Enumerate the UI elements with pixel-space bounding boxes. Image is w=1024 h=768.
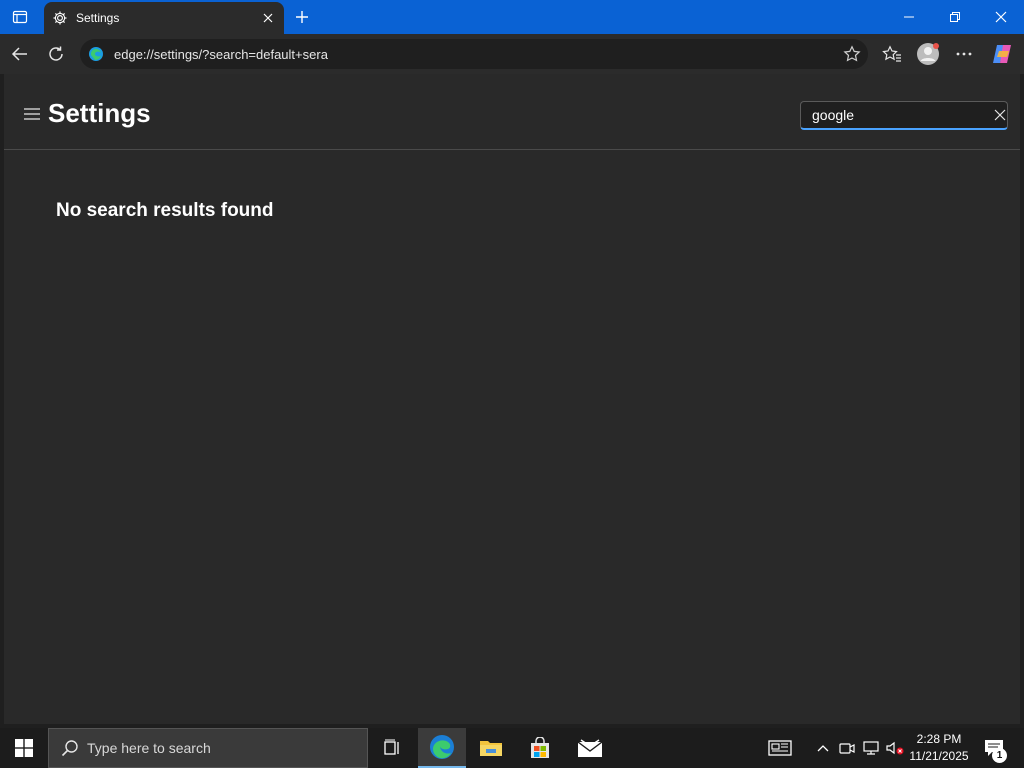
tab-title: Settings: [76, 11, 120, 25]
mail-icon: [577, 739, 603, 757]
clock-time: 2:28 PM: [916, 732, 962, 746]
settings-page: Settings No search results found: [4, 74, 1020, 724]
taskbar-search-placeholder: Type here to search: [87, 740, 211, 756]
news-icon: [768, 740, 792, 756]
restore-icon: [950, 12, 960, 22]
notification-count-badge: 1: [992, 748, 1007, 763]
page-title: Settings: [48, 98, 151, 128]
avatar-icon: [917, 43, 939, 65]
chevron-up-icon: [817, 745, 829, 752]
volume-muted-icon: [886, 741, 904, 755]
start-button[interactable]: [0, 728, 48, 768]
taskbar-edge-button[interactable]: [418, 728, 466, 768]
no-results-message: No search results found: [56, 200, 274, 221]
browser-toolbar: edge://settings/?search=default+sera: [0, 34, 1024, 74]
store-icon: [531, 737, 549, 758]
show-hidden-icons-button[interactable]: [812, 728, 834, 768]
plus-icon: [296, 11, 308, 23]
close-icon: [995, 11, 1007, 23]
clear-search-button[interactable]: [993, 102, 1007, 128]
taskbar: Type here to search 2:28 PM 11/21/2025 1: [0, 728, 1024, 768]
news-widget-button[interactable]: [762, 728, 798, 768]
minimize-button[interactable]: [886, 0, 932, 34]
browser-tab[interactable]: Settings: [44, 2, 284, 34]
arrow-left-icon: [11, 47, 27, 61]
new-tab-button[interactable]: [288, 3, 316, 31]
taskbar-file-explorer-button[interactable]: [467, 728, 515, 768]
window-close-button[interactable]: [978, 0, 1024, 34]
star-icon: [843, 45, 861, 62]
favorites-icon: [882, 45, 901, 62]
network-icon: [863, 741, 879, 755]
taskbar-search-box[interactable]: Type here to search: [48, 728, 368, 768]
refresh-icon: [49, 46, 63, 61]
camera-icon: [839, 743, 855, 754]
settings-header: Settings: [4, 74, 1020, 150]
folder-icon: [480, 741, 502, 756]
notifications-button[interactable]: [976, 728, 1012, 768]
network-button[interactable]: [860, 728, 882, 768]
close-icon: [263, 13, 273, 23]
address-bar[interactable]: edge://settings/?search=default+sera: [80, 39, 868, 69]
profile-button[interactable]: [912, 38, 944, 70]
task-view-button[interactable]: [368, 728, 416, 768]
tab-actions-button[interactable]: [0, 0, 40, 34]
gear-icon: [53, 11, 67, 25]
volume-button[interactable]: [884, 728, 906, 768]
search-icon: [61, 740, 78, 757]
hamburger-icon: [24, 108, 40, 120]
back-button[interactable]: [4, 38, 36, 70]
windows-logo-icon: [15, 739, 33, 757]
minimize-icon: [904, 16, 914, 18]
address-url: edge://settings/?search=default+sera: [114, 46, 328, 62]
close-icon: [994, 109, 1006, 121]
settings-search-input[interactable]: [801, 102, 993, 128]
edge-icon: [89, 47, 103, 61]
tab-close-button[interactable]: [256, 6, 280, 30]
favorites-button[interactable]: [876, 38, 908, 70]
taskbar-mail-button[interactable]: [566, 728, 614, 768]
copilot-button[interactable]: [986, 38, 1018, 70]
title-bar: Settings: [0, 0, 1024, 34]
copilot-icon: [993, 45, 1011, 63]
task-view-icon: [384, 739, 399, 755]
clock-date: 11/21/2025: [909, 749, 969, 763]
settings-more-button[interactable]: [948, 38, 980, 70]
tab-actions-icon: [12, 10, 28, 24]
restore-button[interactable]: [932, 0, 978, 34]
refresh-button[interactable]: [40, 38, 72, 70]
favorite-star-button[interactable]: [836, 39, 868, 69]
more-horizontal-icon: [956, 52, 972, 56]
settings-search-box[interactable]: [800, 101, 1008, 130]
menu-button[interactable]: [22, 104, 42, 124]
taskbar-store-button[interactable]: [516, 728, 564, 768]
meet-now-button[interactable]: [836, 728, 858, 768]
taskbar-clock[interactable]: 2:28 PM 11/21/2025: [906, 731, 972, 765]
edge-icon: [430, 735, 454, 759]
